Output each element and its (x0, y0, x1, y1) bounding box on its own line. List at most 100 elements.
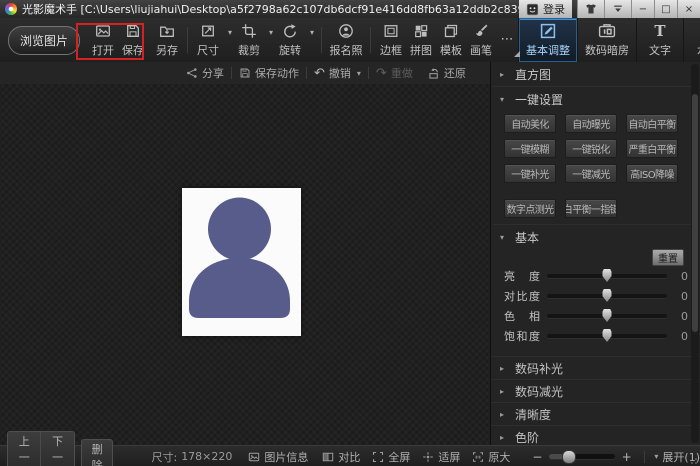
one-key-fill-light-button[interactable]: 一键补光 (504, 164, 556, 183)
undo-label: 撤销 (328, 67, 351, 80)
menu-icon (612, 3, 624, 15)
redo-button[interactable]: ↷ 重做 (376, 65, 413, 81)
original-size-label: 原大 (488, 450, 511, 464)
template-button[interactable]: 模板 (436, 23, 466, 58)
saturation-slider[interactable] (547, 329, 667, 342)
tab-digital-darkroom[interactable]: 数码暗房 (577, 18, 636, 62)
minimize-button[interactable]: − (631, 0, 654, 18)
slider-thumb[interactable] (602, 309, 612, 322)
one-key-sharpen-button[interactable]: 一键锐化 (565, 139, 617, 158)
more-tools-button[interactable]: ⋯ (496, 33, 521, 57)
fit-screen-label: 适屏 (438, 450, 461, 464)
open-label: 打开 (92, 43, 115, 57)
zoom-in-button[interactable]: + (622, 450, 632, 464)
prev-image-button[interactable]: 上一张 (8, 431, 41, 466)
collage-button[interactable]: 拼图 (406, 23, 436, 58)
app-logo-icon (5, 3, 17, 15)
open-button[interactable]: 打开 (88, 23, 118, 58)
expand-arrow-icon: ▾ (500, 232, 505, 242)
collapse-arrow-icon: ▸ (500, 363, 505, 373)
digital-spot-metering-button[interactable]: 数字点测光 (504, 199, 556, 218)
zoom-slider[interactable] (549, 450, 615, 464)
maximize-button[interactable]: □ (654, 0, 677, 18)
section-basic[interactable]: ▾ 基本 (491, 225, 700, 249)
dropdown-arrow-icon[interactable]: ▾ (269, 28, 273, 37)
severe-white-balance-button[interactable]: 严重白平衡 (626, 139, 678, 158)
slider-thumb[interactable] (602, 289, 612, 302)
section-levels[interactable]: ▸ 色阶 (491, 425, 700, 445)
panel-scrollbar[interactable] (691, 64, 699, 443)
close-button[interactable]: × (677, 0, 700, 18)
share-button[interactable]: 分享 (186, 65, 224, 81)
crop-label: 裁剪 (238, 43, 261, 57)
one-key-blur-button[interactable]: 一键模糊 (504, 139, 556, 158)
brightness-value: 0 (681, 269, 688, 283)
fullscreen-button[interactable]: 全屏 (372, 449, 410, 465)
tab-watermark[interactable]: 水印 (683, 18, 700, 62)
contrast-slider[interactable] (547, 289, 667, 302)
action-row: 分享 保存动作 ↶ 撤销 ▾ ↷ 重做 还原 (0, 62, 490, 85)
main-menu-button[interactable] (604, 0, 631, 18)
edit-square-icon (539, 22, 557, 40)
auto-white-balance-button[interactable]: 自动白平衡 (626, 114, 678, 133)
save-as-button[interactable]: 另存 (152, 23, 182, 58)
fullscreen-icon (372, 451, 384, 463)
restore-button[interactable]: 还原 (427, 65, 466, 81)
auto-exposure-button[interactable]: 自动曝光 (565, 114, 617, 133)
text-tool-icon: T (654, 22, 666, 40)
rotate-button[interactable]: 旋转 ▾ (275, 23, 314, 58)
zoom-slider-thumb[interactable] (562, 450, 577, 464)
browse-images-button[interactable]: 浏览图片 (8, 25, 81, 55)
current-photo[interactable] (182, 188, 301, 336)
id-photo-label: 报名照 (329, 43, 363, 57)
tab-text[interactable]: T 文字 (636, 18, 683, 62)
dropdown-arrow-icon[interactable]: ▾ (310, 28, 314, 37)
tab-basic-adjust[interactable]: 基本调整 (518, 18, 578, 62)
collapse-arrow-icon: ▸ (500, 432, 505, 442)
auto-beautify-button[interactable]: 自动美化 (504, 114, 556, 133)
change-skin-button[interactable] (577, 0, 604, 18)
delete-image-button[interactable]: 删除 (80, 438, 114, 466)
scrollbar-thumb[interactable] (692, 94, 698, 332)
id-photo-button[interactable]: 报名照 (327, 23, 365, 58)
avatar-silhouette (189, 197, 290, 318)
slider-thumb[interactable] (602, 269, 612, 282)
close-icon: × (684, 3, 694, 15)
section-title: 直方图 (515, 67, 552, 82)
brightness-slider[interactable] (547, 269, 667, 282)
image-info-button[interactable]: 图片信息 (248, 449, 308, 465)
frame-border-button[interactable]: 边框 (376, 23, 406, 58)
resize-button[interactable]: 尺寸 ▾ (193, 23, 232, 58)
one-key-dim-light-button[interactable]: 一键减光 (565, 164, 617, 183)
white-balance-one-touch-button[interactable]: 白平衡一指键 (565, 199, 617, 218)
undo-dropdown-arrow-icon[interactable]: ▾ (357, 69, 361, 78)
reset-button[interactable]: 重置 (652, 249, 684, 266)
section-one-key-settings[interactable]: ▾ 一键设置 (491, 87, 700, 111)
section-digital-dim-light[interactable]: ▸ 数码减光 (491, 379, 700, 402)
crop-button[interactable]: 裁剪 ▾ (234, 23, 273, 58)
save-action-button[interactable]: 保存动作 (239, 65, 299, 81)
compare-button[interactable]: 对比 (322, 449, 360, 465)
fit-screen-button[interactable]: 适屏 (422, 449, 460, 465)
section-clarity[interactable]: ▸ 清晰度 (491, 402, 700, 425)
original-size-button[interactable]: 原大 (472, 449, 510, 465)
resize-grip[interactable] (690, 457, 698, 465)
save-button[interactable]: 保存 (118, 23, 148, 58)
login-button[interactable]: 登录 (519, 0, 572, 18)
section-digital-fill-light[interactable]: ▸ 数码补光 (491, 356, 700, 379)
image-size-label: 尺寸: (151, 450, 178, 464)
minimize-icon: − (638, 3, 648, 15)
section-histogram[interactable]: ▸ 直方图 (491, 62, 700, 86)
brush-button[interactable]: 画笔 (466, 23, 496, 58)
slider-thumb[interactable] (602, 329, 612, 342)
next-image-button[interactable]: 下一张 (40, 431, 74, 466)
image-canvas[interactable] (0, 84, 490, 445)
expand-arrow-icon: ▾ (500, 94, 505, 104)
zoom-out-button[interactable]: − (532, 450, 542, 464)
mode-tabs: 基本调整 数码暗房 T 文字 水印 (518, 18, 700, 62)
fullscreen-label: 全屏 (388, 450, 411, 464)
hue-slider[interactable] (547, 309, 667, 322)
undo-button[interactable]: ↶ 撤销 ▾ (314, 65, 361, 81)
high-iso-denoise-button[interactable]: 高ISO降噪 (626, 164, 678, 183)
dropdown-arrow-icon[interactable]: ▾ (228, 28, 232, 37)
